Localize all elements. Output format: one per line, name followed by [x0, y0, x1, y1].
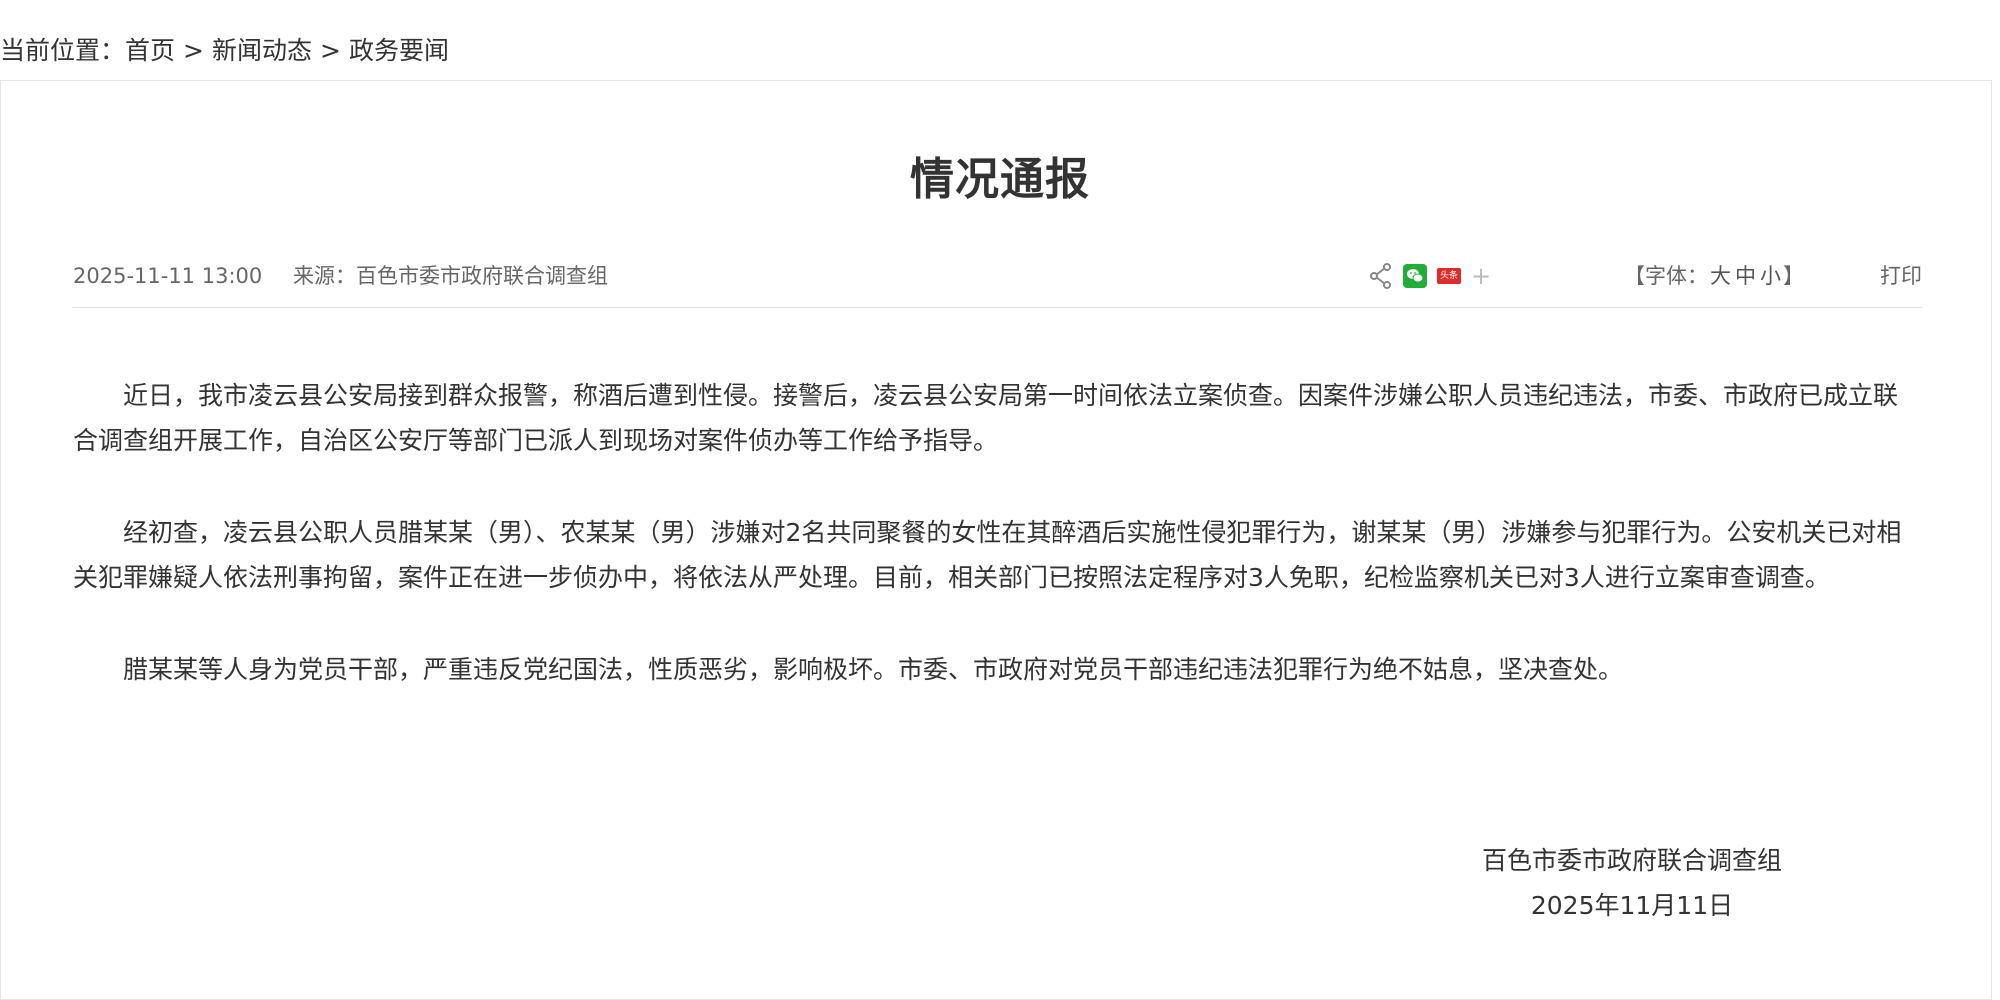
font-size-large-button[interactable]: 大 [1710, 264, 1731, 288]
article-date: 2025-11-11 13:00 [73, 264, 263, 288]
breadcrumb-prefix: 当前位置： [0, 36, 126, 65]
font-size-control: 【字体：大中小】 [1624, 258, 1804, 294]
breadcrumb-separator: > [320, 36, 341, 65]
article-body: 近日，我市凌云县公安局接到群众报警，称酒后遭到性侵。接警后，凌云县公安局第一时间… [73, 373, 1922, 739]
article-meta: 2025-11-11 13:00 来源：百色市委市政府联合调查组 头条 + 【字… [73, 258, 1922, 294]
meta-divider [73, 307, 1922, 308]
article-paragraph: 近日，我市凌云县公安局接到群众报警，称酒后遭到性侵。接警后，凌云县公安局第一时间… [73, 381, 1899, 455]
font-size-medium-button[interactable]: 中 [1735, 264, 1756, 288]
font-size-close: 】 [1783, 264, 1804, 288]
breadcrumb-news-link[interactable]: 新闻动态 [212, 36, 312, 65]
breadcrumb: 当前位置：首页 > 新闻动态 > 政务要闻 [0, 34, 449, 68]
toutiao-icon[interactable]: 头条 [1437, 268, 1461, 284]
article-source: 来源：百色市委市政府联合调查组 [293, 264, 608, 288]
article-title: 情况通报 [910, 154, 1090, 205]
font-size-open: 【字体： [1624, 264, 1708, 288]
article-paragraph: 经初查，凌云县公职人员腊某某（男）、农某某（男）涉嫌对2名共同聚餐的女性在其醉酒… [73, 518, 1902, 592]
signature-org: 百色市委市政府联合调查组 [1481, 846, 1782, 875]
article-paragraph: 腊某某等人身为党员干部，严重违反党纪国法，性质恶劣，影响极坏。市委、市政府对党员… [123, 655, 1624, 684]
share-icon[interactable] [1369, 263, 1393, 289]
font-size-small-button[interactable]: 小 [1760, 264, 1781, 288]
print-button[interactable]: 打印 [1880, 258, 1922, 294]
signature-date: 2025年11月11日 [1530, 891, 1734, 920]
breadcrumb-separator: > [183, 36, 204, 65]
wechat-icon[interactable] [1403, 264, 1427, 288]
share-bar: 头条 + [1369, 262, 1491, 290]
breadcrumb-home-link[interactable]: 首页 [125, 36, 175, 65]
plus-icon[interactable]: + [1471, 264, 1491, 288]
breadcrumb-gov-news-link[interactable]: 政务要闻 [349, 36, 449, 65]
article-signature: 百色市委市政府联合调查组 2025年11月11日 [1432, 838, 1832, 928]
